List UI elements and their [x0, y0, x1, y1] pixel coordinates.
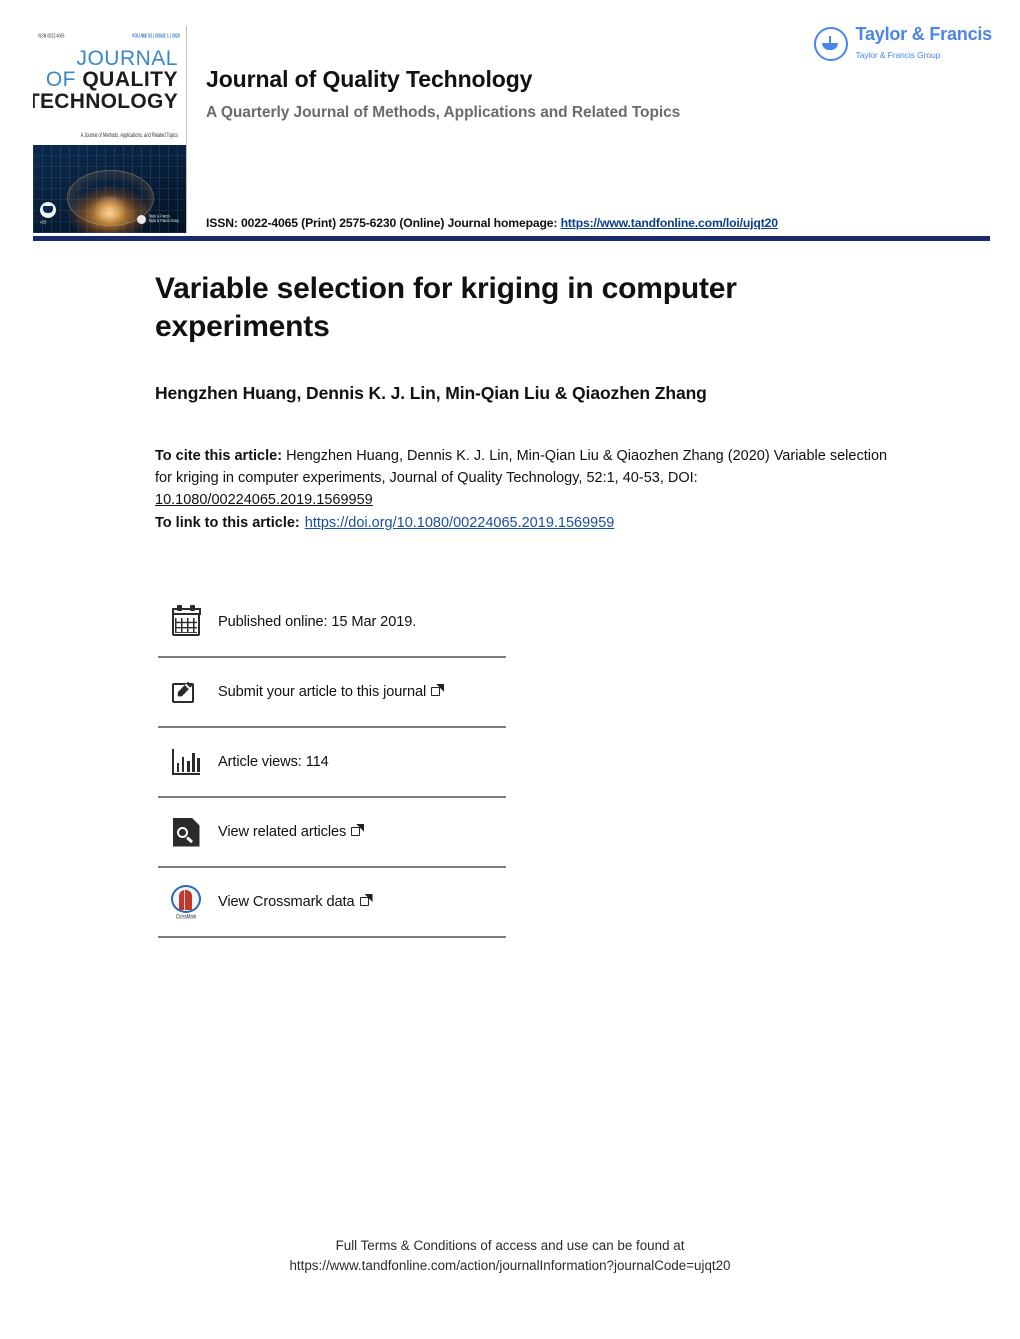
cite-doi-link[interactable]: 10.1080/00224065.2019.1569959 — [155, 492, 373, 508]
cover-title-quality: QUALITY — [82, 68, 178, 92]
calendar-icon — [170, 604, 202, 638]
action-view-crossmark-data[interactable]: CrossMark View Crossmark data — [158, 868, 506, 938]
related-articles-icon — [170, 816, 202, 848]
taylor-francis-mark-icon — [814, 27, 849, 61]
footer-line-2: https://www.tandfonline.com/action/journ… — [289, 1258, 731, 1274]
external-link-icon — [431, 684, 445, 697]
cover-title-line1: JOURNAL — [76, 47, 178, 70]
cover-volume-text: VOLUME 52 | ISSUE 1 | 2020 — [131, 32, 180, 39]
action-view-crossmark-data-label: View Crossmark data — [218, 894, 373, 910]
cover-title-of: OF — [45, 68, 83, 92]
action-published-online-label: Published online: 15 Mar 2019. — [218, 614, 417, 630]
taylor-francis-wordmark: Taylor & Francis Taylor & Francis Group — [855, 25, 992, 63]
journal-subtitle: A Quarterly Journal of Methods, Applicat… — [206, 104, 681, 121]
link-label: To link to this article: — [155, 515, 300, 531]
article-actions-list: Published online: 15 Mar 2019. Submit yo… — [158, 588, 506, 938]
journal-homepage-link[interactable]: https://www.tandfonline.com/loi/ujqt20 — [561, 216, 778, 230]
external-link-icon — [359, 894, 373, 907]
taylor-francis-logo[interactable]: Taylor & Francis Taylor & Francis Group — [814, 25, 992, 63]
bar-chart-icon — [170, 746, 202, 778]
issn-line: ISSN: 0022-4065 (Print) 2575-6230 (Onlin… — [206, 216, 778, 230]
action-view-related-articles-label: View related articles — [218, 824, 365, 840]
article-authors: Hengzhen Huang, Dennis K. J. Lin, Min-Qi… — [155, 383, 707, 403]
cover-tf-label-2: Taylor & Francis Group — [148, 218, 179, 224]
article-title: Variable selection for kriging in comput… — [155, 272, 737, 343]
link-block: To link to this article: https://doi.org/… — [155, 515, 614, 531]
footer-line-1: Full Terms & Conditions of access and us… — [335, 1238, 685, 1253]
asq-logo-label: ASQ — [40, 219, 47, 225]
cover-top-metadata: ISSN 0022-4065 VOLUME 52 | ISSUE 1 | 202… — [38, 32, 180, 39]
citation-block: To cite this article: Hengzhen Huang, De… — [155, 446, 895, 511]
action-view-related-articles[interactable]: View related articles — [158, 798, 506, 868]
publisher-name: Taylor & Francis — [855, 24, 992, 44]
page-header: ISSN 0022-4065 VOLUME 52 | ISSUE 1 | 202… — [0, 0, 1020, 248]
journal-title: Journal of Quality Technology — [206, 66, 533, 92]
issn-text: ISSN: 0022-4065 (Print) 2575-6230 (Onlin… — [206, 216, 558, 230]
external-link-icon — [351, 824, 365, 837]
cover-taylor-francis-logo-icon: Taylor & Francis Taylor & Francis Group — [137, 213, 179, 224]
cover-tagline: A Journal of Methods, Applications, and … — [80, 130, 178, 139]
action-article-views-label: Article views: 114 — [218, 754, 329, 770]
cover-title-line2: OF QUALITY — [33, 69, 178, 90]
cover-issn-text: ISSN 0022-4065 — [38, 32, 65, 39]
cover-title-line3: TECHNOLOGY — [33, 89, 178, 113]
page-footer: Full Terms & Conditions of access and us… — [0, 1236, 1020, 1277]
action-submit-article-label: Submit your article to this journal — [218, 684, 445, 700]
article-doi-link[interactable]: https://doi.org/10.1080/00224065.2019.15… — [305, 515, 615, 531]
crossmark-icon: CrossMark — [170, 885, 202, 920]
header-divider — [33, 236, 990, 241]
action-published-online: Published online: 15 Mar 2019. — [158, 588, 506, 658]
asq-logo-icon: ASQ — [40, 202, 60, 226]
publisher-group: Taylor & Francis Group — [855, 50, 941, 60]
action-article-views: Article views: 114 — [158, 728, 506, 798]
journal-cover-thumbnail[interactable]: ISSN 0022-4065 VOLUME 52 | ISSUE 1 | 202… — [33, 26, 187, 233]
action-submit-article[interactable]: Submit your article to this journal — [158, 658, 506, 728]
cover-title-block: JOURNAL OF QUALITY TECHNOLOGY — [33, 47, 178, 113]
cover-artwork: ASQ Taylor & Francis Taylor & Francis Gr… — [33, 145, 186, 233]
cite-label: To cite this article: — [155, 448, 283, 464]
submit-icon — [170, 676, 202, 708]
